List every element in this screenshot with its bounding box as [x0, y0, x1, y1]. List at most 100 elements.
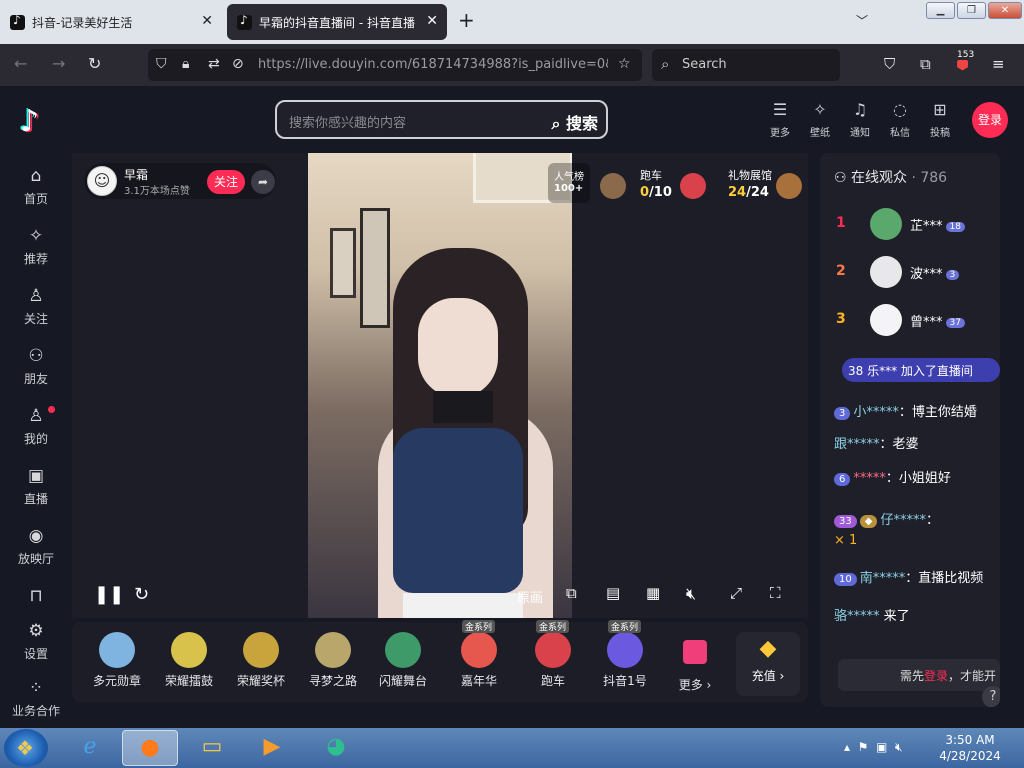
site-search-button[interactable]: ⌕ 搜索	[551, 110, 598, 134]
tracking-blocked-icon[interactable]: ⊘	[232, 56, 244, 72]
sidebar-item-theater[interactable]: ◉ 放映厅	[0, 526, 72, 567]
wall-picture	[360, 208, 390, 328]
forward-arrow-icon[interactable]: →	[52, 54, 65, 73]
shield-icon[interactable]: ⛉	[156, 56, 167, 72]
back-arrow-icon[interactable]: ←	[14, 54, 27, 73]
sidebar-item-business[interactable]: ⁘ 业务合作	[0, 678, 72, 719]
more-gifts-button[interactable]: 更多 ›	[660, 622, 730, 702]
tv-icon: ▣	[27, 466, 45, 486]
gift-item[interactable]: 荣耀擂鼓	[154, 622, 224, 702]
viewer-row[interactable]: 2 波*** 3	[820, 253, 1000, 293]
sidebar-item-friends[interactable]: ⚇ 朋友	[0, 346, 72, 387]
avatar[interactable]	[870, 304, 902, 336]
browser-search-field[interactable]: ⌕ Search	[652, 49, 840, 81]
viewer-row[interactable]: 1 芷*** 18	[820, 205, 1000, 245]
minimize-button[interactable]: ▁	[926, 2, 955, 19]
race-car-bag-icon	[600, 173, 626, 199]
gift-item[interactable]: 多元勋章	[82, 622, 152, 702]
wallpaper-button[interactable]: ✧ 壁纸	[800, 100, 840, 139]
tab-live-room[interactable]: 早霜的抖音直播间 - 抖音直播 ✕	[227, 4, 447, 40]
gift-item[interactable]: 金系列 抖音1号	[590, 620, 660, 702]
hamburger-menu-icon[interactable]: ≡	[992, 55, 1005, 73]
close-window-button[interactable]: ✕	[988, 2, 1022, 19]
follow-button[interactable]: 关注	[207, 170, 245, 194]
danmaku-toggle-icon[interactable]: ▦	[646, 584, 660, 602]
gift-item[interactable]: 闪耀舞台	[368, 622, 438, 702]
recharge-button[interactable]: ◆ 充值 ›	[736, 632, 800, 696]
url-text[interactable]: https://live.douyin.com/618714734988?is_…	[258, 57, 608, 72]
streamer-card[interactable]: ☺ 早霜 3.1万本场点赞	[84, 163, 276, 199]
live-player[interactable]: ☺ 早霜 3.1万本场点赞 关注 ➦ 人气榜 100+ 跑车 0/10 礼物展馆…	[72, 153, 808, 618]
media-player-icon[interactable]: ▶	[244, 730, 300, 766]
gift-item[interactable]: 荣耀奖杯	[226, 622, 296, 702]
tab-close-icon[interactable]: ✕	[426, 13, 438, 29]
avatar[interactable]	[870, 208, 902, 240]
sidebar-item-ticket[interactable]: ⊓	[0, 586, 72, 608]
film-icon: ◉	[28, 526, 44, 546]
gift-item[interactable]: 金系列 跑车	[518, 620, 588, 702]
popularity-ranking[interactable]: 人气榜 100+	[548, 163, 590, 203]
extensions-icon[interactable]: ⧉	[920, 55, 931, 73]
start-button[interactable]	[4, 729, 48, 767]
upload-button[interactable]: ⊞ 投稿	[920, 100, 960, 139]
ticket-icon: ⊓	[29, 586, 43, 606]
audience-header[interactable]: ⚇ 在线观众 · 786	[834, 167, 947, 187]
bell-icon: ♫	[852, 100, 868, 119]
tab-close-icon[interactable]: ✕	[201, 13, 213, 29]
login-prompt[interactable]: 需先登录，才能开	[838, 659, 1000, 691]
danmaku-settings-icon[interactable]: ▤	[606, 584, 620, 602]
messages-button[interactable]: ◌ 私信	[880, 100, 920, 139]
quality-selector[interactable]: 原画	[517, 587, 543, 606]
tab-title: 抖音-记录美好生活	[32, 15, 133, 30]
notifications-button[interactable]: ♫ 通知	[840, 100, 880, 139]
avatar[interactable]: ☺	[87, 166, 117, 196]
fullscreen-icon[interactable]: ⛶	[770, 584, 781, 602]
system-tray[interactable]: ▴ ⚑ ▣ 🔇︎	[844, 740, 903, 755]
gift-item[interactable]: 金系列 嘉年华	[444, 620, 514, 702]
tab-douyin-home[interactable]: 抖音-记录美好生活 ✕	[0, 4, 222, 40]
avatar[interactable]	[870, 256, 902, 288]
audience-count: · 786	[911, 170, 948, 186]
pocket-icon[interactable]: ⛉	[884, 55, 895, 73]
reload-icon[interactable]: ↻	[88, 54, 101, 73]
permissions-icon[interactable]: ⇄	[208, 56, 220, 72]
person-choker	[433, 391, 493, 423]
gift-gallery[interactable]: 礼物展馆 24/24	[728, 167, 772, 200]
file-explorer-icon[interactable]: ▭	[184, 730, 240, 766]
taskbar-clock[interactable]: 3:50 AM 4/28/2024	[930, 732, 1010, 764]
sidebar-item-home[interactable]: ⌂ 首页	[0, 166, 72, 207]
more-button[interactable]: ☰ 更多	[760, 100, 800, 139]
pause-icon[interactable]: ❚❚	[94, 584, 124, 605]
sidebar-item-settings[interactable]: ⚙ 设置	[0, 621, 72, 662]
maximize-button[interactable]: ❐	[957, 2, 986, 19]
theater-mode-icon[interactable]: ⤢	[730, 584, 742, 602]
sidebar-item-mine[interactable]: ♙ 我的	[0, 406, 72, 447]
sidebar-item-follow[interactable]: ♙ 关注	[0, 286, 72, 327]
address-bar[interactable]: ⛉ 🔒︎ ⇄ ⊘ https://live.douyin.com/6187147…	[148, 49, 642, 81]
firefox-icon[interactable]: ●	[122, 730, 178, 766]
help-icon[interactable]: ?	[982, 686, 1000, 707]
site-search-box[interactable]: 搜索你感兴趣的内容 ⌕ 搜索	[275, 100, 608, 139]
sidebar-item-recommend[interactable]: ✧ 推荐	[0, 226, 72, 267]
race-car-icon	[680, 173, 706, 199]
viewer-row[interactable]: 3 曾*** 37	[820, 301, 1000, 341]
mute-icon[interactable]: 🔇︎	[686, 584, 696, 604]
person-top	[393, 428, 523, 593]
bookmark-star-icon[interactable]: ☆	[618, 56, 631, 72]
streamer-name[interactable]: 早霜	[124, 166, 148, 183]
gift-item[interactable]: 寻梦之路	[298, 622, 368, 702]
douyin-logo-icon[interactable]: ♪	[20, 104, 52, 139]
tab-list-chevron-icon[interactable]: ﹀	[856, 12, 868, 29]
lock-icon[interactable]: 🔒︎	[182, 56, 189, 72]
popout-icon[interactable]: ⧉	[566, 584, 577, 602]
refresh-icon[interactable]: ↻	[134, 584, 149, 605]
race-current: 0	[640, 185, 650, 200]
share-arrow-icon[interactable]: ➦	[251, 170, 275, 194]
live-video-frame[interactable]	[308, 153, 572, 618]
login-button[interactable]: 登录	[972, 102, 1008, 138]
sidebar-item-live[interactable]: ▣ 直播	[0, 466, 72, 507]
internet-explorer-icon[interactable]: ℯ	[62, 730, 118, 766]
app-icon[interactable]: ◕	[308, 730, 364, 766]
new-tab-button[interactable]: +	[458, 8, 475, 32]
race-progress[interactable]: 跑车 0/10	[640, 167, 672, 200]
